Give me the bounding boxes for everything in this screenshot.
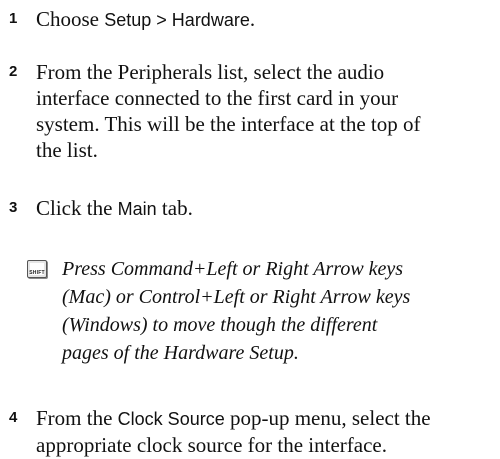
document-page: 1 Choose Setup > Hardware. 2 From the Pe… bbox=[0, 0, 500, 459]
step-text-segment: Choose bbox=[36, 7, 105, 31]
tip-text-line: (Windows) to move though the different bbox=[62, 314, 378, 336]
shift-key-icon: SHIFT bbox=[27, 260, 47, 278]
step-text-segment: Click the bbox=[36, 196, 118, 220]
tab-name: Main bbox=[117, 199, 157, 219]
step-text-line: appropriate clock source for the interfa… bbox=[36, 433, 387, 457]
step-number: 4 bbox=[9, 409, 18, 426]
tip-text: Press Command+Left or Right Arrow keys (… bbox=[62, 255, 500, 367]
step-text-segment: tab. bbox=[156, 196, 193, 220]
step-text-line: system. This will be the interface at th… bbox=[36, 112, 421, 136]
menu-path: Setup > Hardware bbox=[104, 10, 250, 30]
step-number: 3 bbox=[9, 199, 18, 216]
step-text-segment: . bbox=[249, 7, 256, 31]
step-text-line: From the Peripherals list, select the au… bbox=[36, 60, 385, 84]
step-text: Choose Setup > Hardware. bbox=[36, 6, 500, 33]
tip-text-line: Press Command+Left or Right Arrow keys bbox=[62, 258, 404, 280]
step-text-line: interface connected to the first card in… bbox=[36, 86, 399, 110]
step-number: 2 bbox=[9, 63, 18, 80]
step-text: Click the Main tab. bbox=[36, 195, 500, 222]
tip-text-line: (Mac) or Control+Left or Right Arrow key… bbox=[62, 286, 411, 308]
step-text-segment: pop-up menu, select the bbox=[224, 406, 431, 430]
tip-text-line: pages of the Hardware Setup. bbox=[62, 342, 299, 364]
shift-key-label: SHIFT bbox=[29, 270, 45, 276]
step-text: From the Peripherals list, select the au… bbox=[36, 59, 500, 163]
step-number: 1 bbox=[9, 10, 18, 27]
step-text-line: From the Clock Source pop-up menu, selec… bbox=[36, 405, 500, 432]
menu-name: Clock Source bbox=[117, 409, 225, 429]
step-text: From the Clock Source pop-up menu, selec… bbox=[36, 405, 500, 458]
step-text-line: the list. bbox=[36, 138, 98, 162]
step-text-segment: From the bbox=[36, 406, 118, 430]
